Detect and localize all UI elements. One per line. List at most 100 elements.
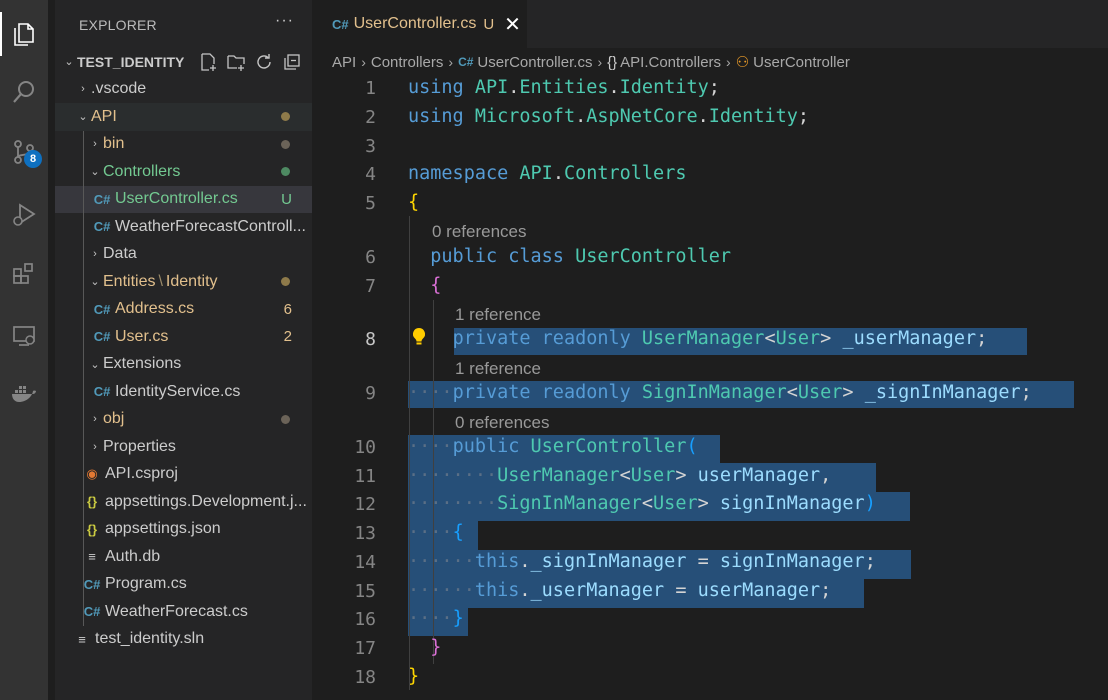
tree-item-sln[interactable]: ≡ test_identity.sln: [55, 626, 312, 654]
tree-item-weatherforecast[interactable]: C# WeatherForecast.cs: [55, 598, 312, 626]
new-file-icon[interactable]: [198, 52, 218, 72]
more-actions-button[interactable]: ···: [275, 12, 294, 30]
chevron-down-icon: ⌄: [64, 56, 74, 69]
tree-label: API.csproj: [105, 465, 178, 483]
line-number: 13: [354, 523, 376, 544]
tree-label: WeatherForecast.cs: [105, 602, 248, 620]
chevron-right-icon: ›: [597, 54, 603, 70]
breadcrumb-item[interactable]: UserController: [753, 54, 850, 71]
indent-guide: [83, 240, 84, 268]
breadcrumb-item[interactable]: UserController.cs: [477, 54, 592, 71]
json-file-icon: {}: [86, 494, 98, 510]
tree-label: obj: [103, 410, 125, 428]
breadcrumb-item[interactable]: API: [332, 54, 356, 71]
tree-item-appsettings[interactable]: {} appsettings.json: [55, 515, 312, 543]
line-number: 2: [365, 107, 376, 128]
tree-item-api[interactable]: ⌄ API: [55, 103, 312, 131]
remote-explorer-icon[interactable]: [0, 312, 48, 360]
code-line: public class UserController: [430, 246, 732, 267]
collapse-all-icon[interactable]: [282, 52, 302, 72]
indent-guide: [83, 488, 84, 516]
tree-label: Address.cs: [115, 300, 195, 318]
workspace-title: TEST_IDENTITY: [77, 53, 185, 70]
tree-item-data[interactable]: › Data: [55, 240, 312, 268]
run-debug-icon[interactable]: [0, 190, 48, 238]
tree-label: Entities: [103, 272, 156, 290]
search-icon[interactable]: [0, 68, 48, 116]
source-control-icon[interactable]: 8: [0, 128, 48, 176]
tree-label: Program.cs: [105, 575, 187, 593]
chevron-right-icon: ›: [726, 54, 731, 70]
tree-item-user[interactable]: C# User.cs 2: [55, 323, 312, 351]
code-lens-references[interactable]: 0 references: [455, 413, 550, 433]
default-file-icon: ≡: [88, 549, 96, 565]
code-lens-references[interactable]: 0 references: [432, 222, 527, 242]
file-tree: ⌄ TEST_IDENTITY › .vscode ⌄ API › bin ⌄ …: [55, 48, 312, 653]
code-line: namespace API.Controllers: [408, 163, 687, 184]
activity-bar: 8: [0, 0, 48, 700]
compact-separator: \: [158, 272, 163, 290]
tree-label: Controllers: [103, 162, 181, 180]
code-line: ····{: [408, 522, 464, 543]
tab-status: U: [483, 15, 495, 33]
tree-item-csproj[interactable]: ◉ API.csproj: [55, 460, 312, 488]
refresh-icon[interactable]: [254, 52, 274, 72]
tree-label: Auth.db: [105, 547, 161, 565]
explorer-sidebar: EXPLORER ··· ⌄ TEST_IDENTITY › .vscode ⌄…: [55, 0, 312, 700]
breadcrumb-item[interactable]: Controllers: [371, 54, 444, 71]
csharp-file-icon: C#: [332, 16, 349, 32]
workspace-root[interactable]: ⌄ TEST_IDENTITY: [55, 48, 312, 76]
line-number: 10: [354, 437, 376, 458]
code-lens-references[interactable]: 1 reference: [455, 305, 541, 325]
line-number: 16: [354, 609, 376, 630]
indent-guide: [83, 460, 84, 488]
code-line: private readonly UserManager<User> _user…: [452, 328, 988, 349]
tree-item-obj[interactable]: › obj: [55, 405, 312, 433]
tree-item-entities-identity[interactable]: ⌄ Entities \ Identity: [55, 268, 312, 296]
indent-guide: [83, 185, 84, 213]
breadcrumb-item[interactable]: API.Controllers: [620, 54, 721, 71]
tree-item-vscode[interactable]: › .vscode: [55, 76, 312, 104]
tree-item-controllers[interactable]: ⌄ Controllers: [55, 158, 312, 186]
docker-icon[interactable]: [0, 370, 48, 418]
line-number: 11: [354, 466, 376, 487]
tab-usercontroller[interactable]: C# UserController.cs U ✕: [312, 0, 527, 48]
tree-item-weatherforecastcontroller[interactable]: C# WeatherForecastControll...: [55, 213, 312, 241]
tree-item-program[interactable]: C# Program.cs: [55, 570, 312, 598]
explorer-actions: [198, 52, 302, 72]
tree-item-address[interactable]: C# Address.cs 6: [55, 295, 312, 323]
close-icon[interactable]: ✕: [504, 12, 521, 37]
code-editor[interactable]: 1 2 3 4 5 6 7 8 9 10 11 12 13 14 15 16 1…: [312, 76, 1108, 700]
chevron-down-icon: ⌄: [78, 111, 88, 124]
tree-item-properties[interactable]: › Properties: [55, 433, 312, 461]
indent-guide: [83, 213, 84, 241]
line-number: 3: [365, 136, 376, 157]
chevron-right-icon: ›: [93, 138, 97, 151]
code-line: using Microsoft.AspNetCore.Identity;: [408, 106, 810, 127]
indent-guide: [83, 515, 84, 543]
line-number: 17: [354, 638, 376, 659]
tree-item-extensions[interactable]: ⌄ Extensions: [55, 350, 312, 378]
line-number: 12: [354, 494, 376, 515]
tree-item-usercontroller[interactable]: C# UserController.cs U: [55, 185, 312, 213]
tree-item-bin[interactable]: › bin: [55, 130, 312, 158]
untracked-dot: [281, 167, 290, 177]
tree-item-appsettings-dev[interactable]: {} appsettings.Development.j...: [55, 488, 312, 516]
indent-guide: [83, 598, 84, 626]
indent-guide: [83, 158, 84, 186]
tree-label: WeatherForecastControll...: [115, 217, 306, 235]
chevron-down-icon: ⌄: [90, 358, 100, 371]
code-line: ········UserManager<User> userManager,: [408, 465, 832, 486]
rss-icon: ◉: [86, 466, 98, 482]
explorer-icon[interactable]: [0, 10, 48, 58]
tree-item-identityservice[interactable]: C# IdentityService.cs: [55, 378, 312, 406]
indent-guide: [83, 433, 84, 461]
line-number: 8: [365, 329, 376, 350]
indent-guide: [83, 323, 84, 351]
line-number: 6: [365, 247, 376, 268]
new-folder-icon[interactable]: [226, 52, 246, 72]
code-lens-references[interactable]: 1 reference: [455, 359, 541, 379]
line-number: 5: [365, 193, 376, 214]
extensions-icon[interactable]: [0, 250, 48, 298]
tree-item-authdb[interactable]: ≡ Auth.db: [55, 543, 312, 571]
